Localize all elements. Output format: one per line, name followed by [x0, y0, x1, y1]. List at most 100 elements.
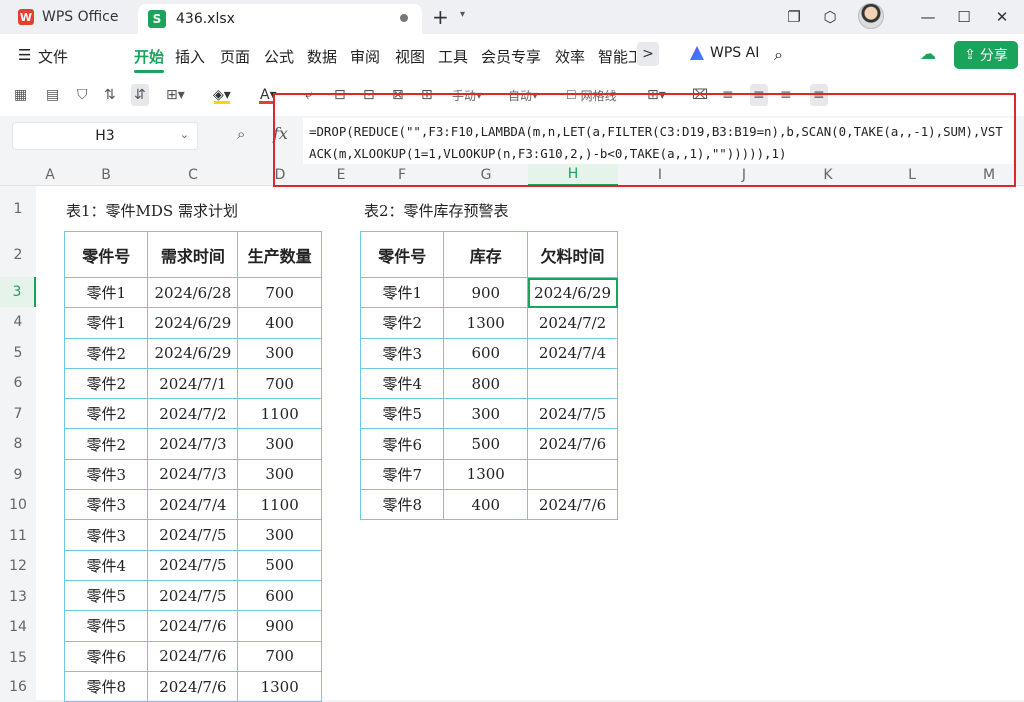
table-cell[interactable]: 零件7 — [359, 458, 445, 491]
filter-icon[interactable]: ⛉ — [77, 84, 88, 106]
table-cell[interactable]: 2024/7/5 — [147, 549, 239, 581]
table-cell[interactable]: 2024/6/28 — [147, 276, 239, 309]
borders-icon[interactable]: ⊞▾ — [166, 84, 185, 106]
row-header-16[interactable]: 16 — [0, 673, 36, 700]
menu-home[interactable]: 开始 — [134, 46, 164, 67]
table-cell[interactable]: 600 — [443, 337, 529, 369]
table1-header-cell[interactable]: 生产数量 — [237, 231, 322, 278]
zoom-search-icon[interactable]: ⌕ — [237, 125, 245, 143]
row-header-11[interactable]: 11 — [0, 520, 36, 551]
table-cell[interactable]: 零件1 — [63, 276, 149, 309]
chevron-down-icon[interactable]: ▾ — [460, 9, 465, 20]
table-cell[interactable]: 800 — [443, 367, 529, 400]
menu-insert[interactable]: 插入 — [175, 46, 205, 67]
row-header-3[interactable]: 3 — [0, 277, 36, 307]
cloud-sync-icon[interactable]: ☁ — [920, 44, 936, 63]
table-cell[interactable]: 300 — [237, 458, 322, 491]
table-cell[interactable]: 400 — [237, 307, 322, 339]
table-cell[interactable]: 2024/7/1 — [147, 367, 239, 400]
table-cell[interactable] — [527, 367, 618, 400]
table-cell[interactable]: 2024/7/6 — [147, 610, 239, 642]
table-cell[interactable]: 零件2 — [63, 367, 149, 400]
restore-window-icon[interactable]: ❐ — [783, 6, 805, 28]
table-cell[interactable]: 2024/7/6 — [147, 670, 239, 702]
clipboard-icon[interactable]: ▤ — [46, 84, 59, 106]
row-header-10[interactable]: 10 — [0, 490, 36, 520]
cube-icon[interactable]: ⬡ — [819, 6, 841, 28]
table-cell[interactable]: 零件3 — [63, 519, 149, 551]
chevron-down-icon[interactable]: ⌄ — [180, 128, 189, 141]
table-cell[interactable]: 零件8 — [63, 670, 149, 702]
menu-tools[interactable]: 工具 — [438, 46, 468, 67]
table-cell[interactable]: 零件4 — [359, 367, 445, 400]
file-tab[interactable]: S 436.xlsx — [138, 4, 422, 34]
menu-more-button[interactable]: > — [637, 42, 659, 66]
table-cell[interactable]: 2024/7/5 — [147, 579, 239, 612]
menu-review[interactable]: 审阅 — [350, 46, 380, 67]
close-icon[interactable]: ✕ — [991, 6, 1013, 28]
table-cell[interactable]: 零件2 — [359, 307, 445, 339]
table-cell[interactable]: 1100 — [237, 489, 322, 521]
menu-formula[interactable]: 公式 — [264, 46, 294, 67]
table-cell[interactable]: 900 — [237, 610, 322, 642]
table-cell[interactable]: 零件5 — [63, 579, 149, 612]
table-cell[interactable]: 2024/7/3 — [147, 458, 239, 491]
row-header-2[interactable]: 2 — [0, 232, 36, 278]
table-cell[interactable]: 零件3 — [63, 489, 149, 521]
name-box[interactable]: H3 ⌄ — [12, 122, 198, 150]
menu-data[interactable]: 数据 — [307, 46, 337, 67]
row-header-1[interactable]: 1 — [0, 186, 36, 232]
table-cell[interactable]: 零件3 — [63, 458, 149, 491]
table-cell[interactable]: 1100 — [237, 398, 322, 430]
row-header-14[interactable]: 14 — [0, 612, 36, 642]
unsaved-dot-icon[interactable] — [400, 14, 408, 22]
share-button[interactable]: ⇪ 分享 — [954, 41, 1018, 69]
column-header-b[interactable]: B — [64, 164, 148, 186]
search-icon[interactable]: ⌕ — [774, 45, 783, 65]
table-cell[interactable]: 700 — [237, 640, 322, 672]
table-cell[interactable]: 零件3 — [359, 337, 445, 369]
table-cell[interactable]: 2024/7/3 — [147, 428, 239, 460]
table-cell[interactable]: 零件6 — [359, 428, 445, 460]
table-cell[interactable]: 1300 — [237, 670, 322, 702]
table-cell[interactable]: 600 — [237, 579, 322, 612]
table-cell[interactable]: 700 — [237, 276, 322, 309]
active-cell-h3[interactable]: 2024/6/29 — [527, 276, 618, 309]
column-header-c[interactable]: C — [148, 164, 238, 186]
table-cell[interactable]: 300 — [237, 337, 322, 369]
table-cell[interactable]: 2024/7/5 — [527, 398, 618, 430]
table-cell[interactable]: 2024/7/2 — [527, 307, 618, 339]
table-cell[interactable]: 零件4 — [63, 549, 149, 581]
row-header-5[interactable]: 5 — [0, 337, 36, 368]
sort-descending-icon[interactable]: ⇵ — [131, 84, 149, 106]
row-header-15[interactable]: 15 — [0, 642, 36, 673]
table-cell[interactable]: 2024/6/29 — [147, 307, 239, 339]
new-tab-button[interactable]: + — [432, 5, 449, 29]
table-cell[interactable]: 零件1 — [359, 276, 445, 309]
table2-header-cell[interactable]: 欠料时间 — [527, 231, 618, 278]
avatar[interactable] — [858, 3, 884, 29]
table2-header-cell[interactable]: 库存 — [443, 231, 529, 278]
table-cell[interactable]: 900 — [443, 276, 529, 309]
table-cell[interactable]: 零件5 — [63, 610, 149, 642]
row-header-7[interactable]: 7 — [0, 398, 36, 429]
table1-header-cell[interactable]: 需求时间 — [147, 231, 239, 278]
table-cell[interactable]: 零件5 — [359, 398, 445, 430]
table-cell[interactable]: 300 — [443, 398, 529, 430]
table-cell[interactable] — [527, 458, 618, 491]
table-cell[interactable]: 零件1 — [63, 307, 149, 339]
wps-ai-button[interactable]: WPS AI — [690, 45, 759, 61]
maximize-icon[interactable]: ☐ — [953, 6, 975, 28]
row-header-13[interactable]: 13 — [0, 581, 36, 612]
row-header-8[interactable]: 8 — [0, 429, 36, 459]
menu-view[interactable]: 视图 — [395, 46, 425, 67]
table-cell[interactable]: 1300 — [443, 458, 529, 491]
table1-header-cell[interactable]: 零件号 — [63, 231, 149, 278]
table-cell[interactable]: 2024/6/29 — [147, 337, 239, 369]
row-header-6[interactable]: 6 — [0, 368, 36, 398]
table-cell[interactable]: 2024/7/6 — [527, 428, 618, 460]
menu-smart[interactable]: 智能工 — [598, 46, 636, 67]
paste-special-icon[interactable]: ▦ — [14, 84, 27, 106]
column-header-a[interactable]: A — [36, 164, 64, 186]
wps-office-tab[interactable]: W WPS Office — [4, 0, 136, 34]
